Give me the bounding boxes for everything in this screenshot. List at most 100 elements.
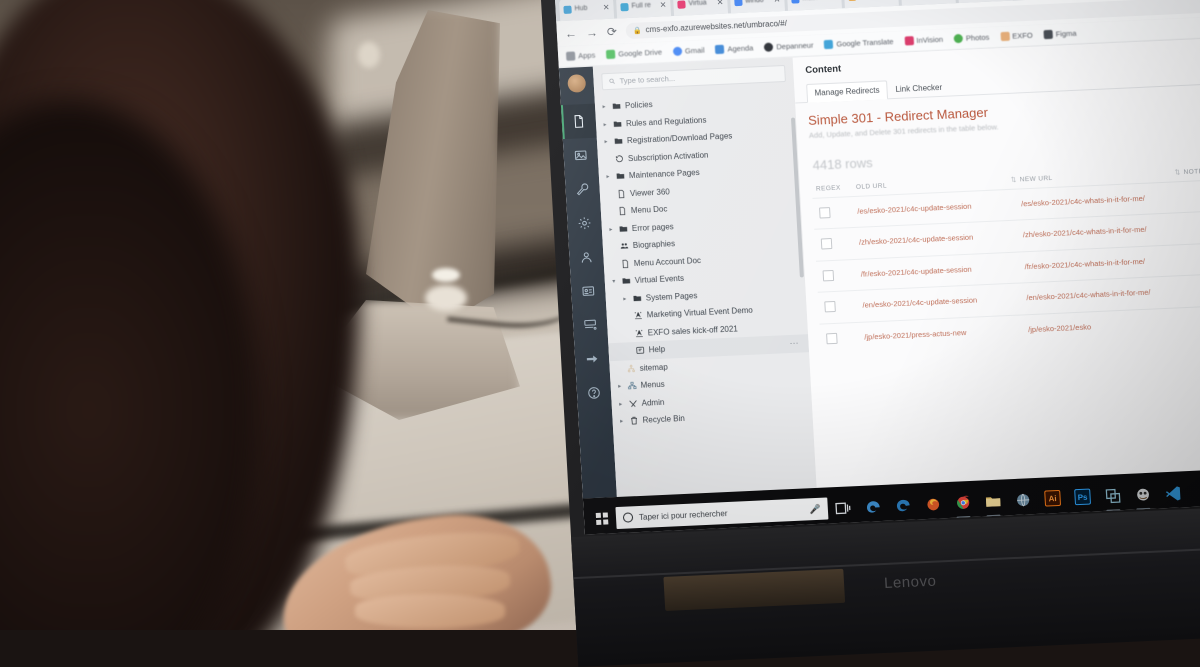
close-icon[interactable]: ✕ xyxy=(773,0,780,4)
regex-checkbox[interactable] xyxy=(826,332,838,343)
column-header-old-url[interactable]: OLD URL xyxy=(856,177,1008,191)
bookmark-depanneur[interactable]: Depanneur xyxy=(764,41,814,52)
sidebar-item-forms[interactable] xyxy=(572,307,608,342)
menus-icon xyxy=(626,381,637,391)
cell-notes xyxy=(1185,189,1200,191)
bookmark-figma[interactable]: Figma xyxy=(1043,29,1076,39)
bookmark-label: Apps xyxy=(578,51,596,61)
sidebar-item-translation[interactable] xyxy=(574,341,610,376)
address-bar-url: cms-exfo.azurewebsites.net/umbraco/#/ xyxy=(645,19,787,34)
document-icon xyxy=(617,206,628,216)
search-icon xyxy=(608,78,615,85)
tab-link-checker[interactable]: Link Checker xyxy=(887,78,951,100)
chevron-right-icon[interactable]: ▸ xyxy=(618,418,624,425)
column-header-regex[interactable]: REGEX xyxy=(812,184,856,193)
sort-icon[interactable]: ⇅ xyxy=(1008,175,1020,184)
redirects-table: REGEX OLD URL ⇅ NEW URL ⇅ NOTES /es/esko… xyxy=(812,166,1200,354)
tree-node-label: sitemap xyxy=(639,362,667,372)
chevron-right-icon[interactable]: ▸ xyxy=(601,103,607,110)
tree-node-label: Rules and Regulations xyxy=(626,115,707,128)
chevron-right-icon[interactable]: ▸ xyxy=(603,138,609,145)
history-icon xyxy=(614,154,625,164)
arrow-right-icon xyxy=(585,352,600,367)
folder-icon xyxy=(612,119,623,129)
regex-checkbox[interactable] xyxy=(824,301,836,312)
column-header-notes[interactable]: NOTES xyxy=(1183,167,1200,176)
tree-node-label: Virtual Events xyxy=(635,274,685,285)
close-icon[interactable]: ✕ xyxy=(716,0,723,7)
sort-icon[interactable]: ⇅ xyxy=(1171,168,1183,177)
chevron-right-icon[interactable]: ▸ xyxy=(622,295,628,302)
bookmark-photos[interactable]: Photos xyxy=(954,33,990,44)
cell-notes xyxy=(1192,315,1200,317)
sidebar-item-users[interactable] xyxy=(568,239,604,274)
chevron-right-icon[interactable]: ▸ xyxy=(602,121,608,128)
laptop: Hub ✕ Full re ✕ Virtua ✕ windo ✕ Mast xyxy=(540,0,1200,661)
chevron-down-icon[interactable]: ▾ xyxy=(611,278,617,285)
search-input[interactable]: Type to search... xyxy=(601,65,786,90)
browser-tab[interactable]: Virtua ✕ xyxy=(673,0,728,16)
redirect-manager-panel: Simple 301 - Redirect Manager Add, Updat… xyxy=(795,84,1200,355)
sidebar-item-settings[interactable] xyxy=(565,172,601,207)
bookmark-agenda[interactable]: Agenda xyxy=(715,43,753,54)
chevron-right-icon[interactable]: ▸ xyxy=(617,383,623,390)
tab-favicon xyxy=(791,0,799,3)
ellipsis-icon[interactable]: ⋯ xyxy=(789,338,800,349)
tree-scroll-area[interactable]: ▸ Policies ▸ Rules and Regulations ▸ Reg… xyxy=(594,88,816,497)
tree-node-label: Recycle Bin xyxy=(642,414,685,425)
google-photos-icon xyxy=(954,34,963,43)
regex-checkbox[interactable] xyxy=(821,238,833,249)
help-doc-icon xyxy=(634,345,645,355)
sidebar-item-help[interactable] xyxy=(576,375,612,410)
chevron-right-icon[interactable]: ▸ xyxy=(608,226,614,233)
bookmark-invision[interactable]: InVision xyxy=(904,35,943,46)
browser-tab[interactable]: Full re ✕ xyxy=(616,0,671,19)
calendar-icon xyxy=(715,45,724,54)
bookmark-label: Google Drive xyxy=(618,48,662,59)
cell-notes xyxy=(1188,252,1200,254)
tree-node-label: Viewer 360 xyxy=(630,187,670,198)
bookmark-apps[interactable]: Apps xyxy=(566,51,596,61)
taskbar-search-input[interactable]: Taper ici pour rechercher 🎤 xyxy=(615,497,828,529)
circle-icon xyxy=(764,42,773,51)
sidebar-item-members[interactable] xyxy=(570,273,606,308)
microphone-icon[interactable]: 🎤 xyxy=(809,503,821,514)
tab-favicon xyxy=(620,3,628,11)
reload-icon[interactable]: ⟳ xyxy=(607,25,618,37)
start-button[interactable] xyxy=(588,512,617,525)
bookmark-gmail[interactable]: Gmail xyxy=(673,46,705,56)
sidebar-item-content[interactable] xyxy=(561,104,597,139)
tab-manage-redirects[interactable]: Manage Redirects xyxy=(806,80,888,103)
stand-detail xyxy=(358,42,380,68)
people-icon xyxy=(619,241,630,251)
arrow-right-icon[interactable]: → xyxy=(586,26,599,39)
regex-checkbox-cell xyxy=(815,237,860,250)
apps-grid-icon xyxy=(566,51,575,60)
close-icon[interactable]: ✕ xyxy=(603,3,610,12)
regex-checkbox[interactable] xyxy=(819,207,831,218)
image-icon xyxy=(573,148,588,163)
tree-node-label: Menus xyxy=(640,380,664,390)
arrow-left-icon[interactable]: ← xyxy=(565,27,578,40)
column-header-new-url[interactable]: NEW URL xyxy=(1020,170,1172,184)
tree-node-label: Menu Doc xyxy=(631,205,668,216)
avatar[interactable] xyxy=(567,74,586,93)
bookmark-google-drive[interactable]: Google Drive xyxy=(606,48,662,60)
tab-title: Full re xyxy=(631,2,657,10)
translate-icon xyxy=(824,40,833,49)
sidebar-item-media[interactable] xyxy=(563,138,599,173)
illustrator-badge: Ai xyxy=(1044,490,1061,507)
bookmark-label: Photos xyxy=(966,33,990,43)
close-icon[interactable]: ✕ xyxy=(830,0,837,2)
cell-old-url: /es/esko-2021/c4c-update-session xyxy=(857,198,1022,218)
chevron-right-icon[interactable]: ▸ xyxy=(605,173,611,180)
bookmark-google-translate[interactable]: Google Translate xyxy=(824,37,894,49)
close-icon[interactable]: ✕ xyxy=(660,0,667,9)
id-card-icon xyxy=(581,284,596,299)
bookmark-exfo[interactable]: EXFO xyxy=(1000,31,1033,41)
sidebar-item-packages[interactable] xyxy=(567,205,603,240)
chevron-right-icon[interactable]: ▸ xyxy=(617,400,623,407)
browser-tab[interactable]: Hub ✕ xyxy=(559,0,614,21)
tab-title: Virtua xyxy=(688,0,714,7)
regex-checkbox[interactable] xyxy=(823,270,835,281)
